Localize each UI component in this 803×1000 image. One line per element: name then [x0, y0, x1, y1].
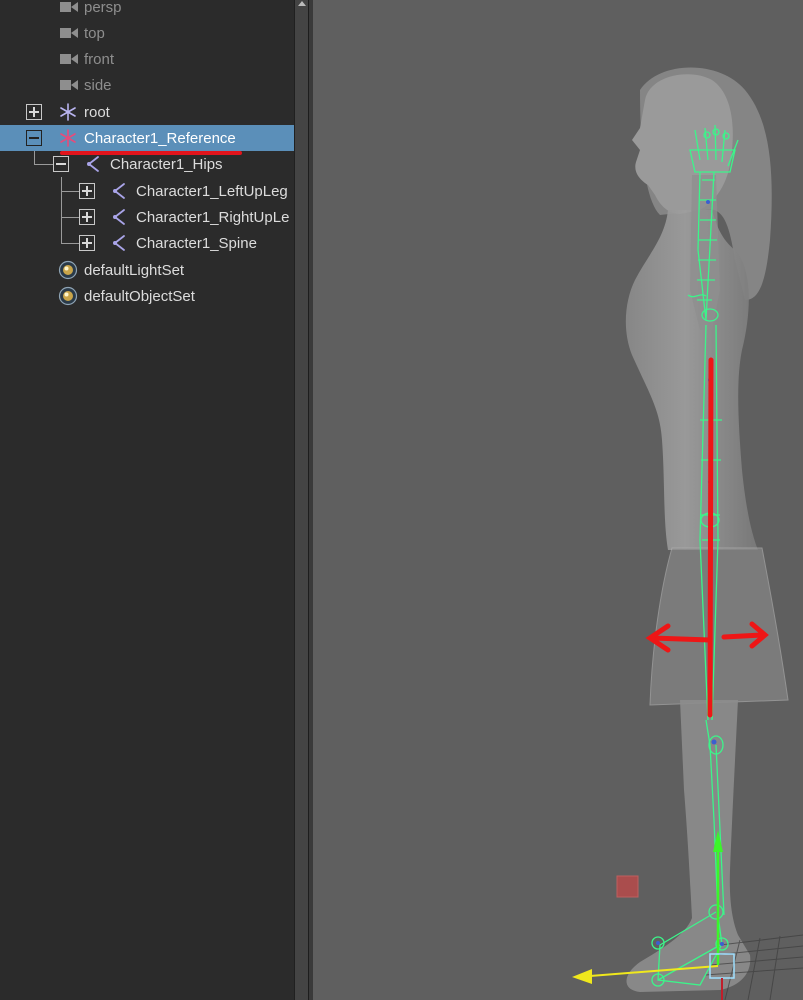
character-head [632, 74, 733, 214]
outliner-item-front[interactable]: front [0, 46, 294, 72]
maya-window: persp top front side root Character1_Ref… [0, 0, 803, 1000]
outliner-item-label: Character1_Reference [84, 129, 236, 147]
outliner-item-label: root [84, 103, 110, 121]
outliner-item-label: Character1_LeftUpLeg [136, 182, 288, 200]
joint-icon [113, 209, 125, 225]
outliner-scrollbar[interactable] [294, 0, 309, 1000]
expand-button[interactable] [79, 235, 95, 251]
scroll-up-arrow-icon[interactable] [298, 1, 306, 6]
joint-icon [113, 183, 125, 199]
outliner-panel: persp top front side root Character1_Ref… [0, 0, 294, 1000]
outliner-item-label: Character1_Spine [136, 234, 257, 252]
outliner-item-default-object-set[interactable]: defaultObjectSet [0, 283, 294, 309]
joint-icon [113, 235, 125, 251]
collapse-button[interactable] [53, 156, 69, 172]
outliner-item-default-light-set[interactable]: defaultLightSet [0, 257, 294, 283]
outliner-item-top[interactable]: top [0, 20, 294, 46]
outliner-item-hips[interactable]: Character1_Hips [0, 151, 294, 177]
outliner-item-persp[interactable]: persp [0, 0, 294, 20]
outliner-item-left-up-leg[interactable]: Character1_LeftUpLeg [0, 178, 294, 204]
outliner-item-spine[interactable]: Character1_Spine [0, 230, 294, 256]
character-skirt [649, 547, 789, 706]
outliner-item-side[interactable]: side [0, 72, 294, 98]
set-icon [58, 260, 78, 280]
outliner-item-label: defaultObjectSet [84, 287, 195, 305]
viewport-scene [572, 67, 803, 1000]
collapse-button[interactable] [26, 130, 42, 146]
outliner-item-right-up-leg[interactable]: Character1_RightUpLe [0, 204, 294, 230]
camera-icon [60, 2, 78, 12]
outliner-item-label: defaultLightSet [84, 261, 185, 279]
outliner-item-label: Character1_RightUpLe [136, 208, 290, 226]
joint-icon [87, 156, 99, 172]
character-legs [626, 700, 751, 992]
outliner-item-root[interactable]: root [0, 99, 294, 125]
camera-icon [60, 80, 78, 90]
set-icon [58, 286, 78, 306]
locator-icon [60, 129, 76, 147]
expand-button[interactable] [26, 104, 42, 120]
outliner-item-label: front [84, 50, 115, 68]
outliner-item-label: persp [84, 0, 122, 16]
outliner-item-character-reference[interactable]: Character1_Reference [0, 125, 294, 151]
manipulator-plane-handle [616, 875, 639, 898]
outliner-item-label: Character1_Hips [110, 155, 223, 173]
outliner-item-label: side [84, 76, 112, 94]
camera-icon [60, 28, 78, 38]
expand-button[interactable] [79, 209, 95, 225]
camera-icon [60, 54, 78, 64]
locator-icon [60, 103, 76, 121]
expand-button[interactable] [79, 183, 95, 199]
move-manipulator-x-arrow [572, 969, 592, 984]
3d-viewport[interactable] [313, 0, 803, 1000]
outliner-item-label: top [84, 24, 105, 42]
